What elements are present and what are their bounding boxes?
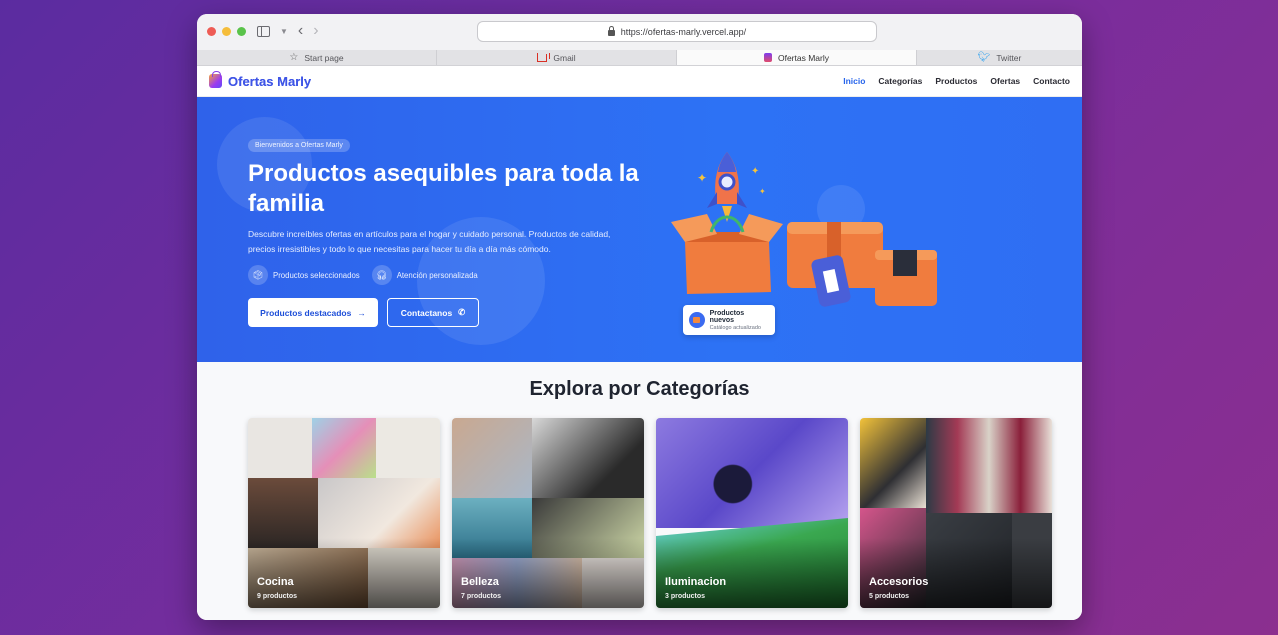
feature-label: Atención personalizada — [396, 270, 478, 280]
category-card-accesorios[interactable]: Accesorios 5 productos — [860, 418, 1052, 608]
sidebar-toggle-icon[interactable] — [257, 25, 270, 37]
category-card-cocina[interactable]: Cocina 9 productos — [248, 418, 440, 608]
sparkle-icon: ✦ — [751, 166, 759, 177]
back-arrow-icon[interactable]: ‹ — [298, 23, 303, 39]
sparkle-icon: ✦ — [759, 187, 766, 196]
tab-label: Start page — [304, 52, 344, 63]
category-card-iluminacion[interactable]: Iluminacion 3 productos — [656, 418, 848, 608]
button-label: Contactanos — [400, 307, 453, 318]
nav-categorias[interactable]: Categorías — [878, 76, 922, 86]
rocket-boxes-illustration: ✦ ✦ ✦ — [671, 152, 937, 307]
window-controls — [207, 27, 246, 36]
tab-label: Ofertas Marly — [777, 52, 829, 63]
twitter-icon: 🐦︎ — [977, 52, 991, 63]
tab-ofertas-marly[interactable]: Ofertas Marly — [677, 50, 917, 65]
nav-inicio[interactable]: Inicio — [843, 76, 865, 86]
category-name: Iluminacion — [665, 576, 727, 588]
button-label: Productos destacados — [260, 307, 352, 318]
new-products-card[interactable]: Productos nuevos Catálogo actualizado — [683, 305, 775, 335]
feature-item: 📦︎ Productos seleccionados — [248, 265, 360, 285]
new-card-subtitle: Catálogo actualizado — [709, 324, 761, 331]
hero-features: 📦︎ Productos seleccionados 🎧︎ Atención p… — [248, 265, 648, 285]
category-count: 9 productos — [257, 593, 298, 600]
main-nav: Inicio Categorías Productos Ofertas Cont… — [843, 76, 1070, 86]
tab-twitter[interactable]: 🐦︎ Twitter — [917, 50, 1082, 65]
arrow-right-icon: → — [357, 307, 366, 318]
feature-label: Productos seleccionados — [273, 270, 360, 280]
category-name: Accesorios — [869, 576, 929, 588]
maximize-window-button[interactable] — [237, 27, 246, 36]
brand-name: Ofertas Marly — [228, 73, 312, 89]
tab-bar: ☆ Start page Gmail Ofertas Marly 🐦︎ Twit… — [197, 50, 1082, 66]
hero-description: Descubre increíbles ofertas en artículos… — [248, 229, 611, 254]
category-count: 5 productos — [869, 593, 910, 600]
hero-title: Productos asequibles para toda la famili… — [248, 160, 639, 217]
shopping-bag-icon — [763, 53, 772, 62]
tab-label: Twitter — [996, 52, 1022, 63]
category-count: 3 productos — [665, 593, 706, 600]
tab-start-page[interactable]: ☆ Start page — [197, 50, 437, 65]
hero-ctas: Productos destacados → Contactanos ✆ — [248, 298, 648, 327]
nav-contacto[interactable]: Contacto — [1033, 76, 1070, 86]
brand-link[interactable]: Ofertas Marly — [209, 71, 312, 89]
nav-productos[interactable]: Productos — [935, 76, 977, 86]
hero-section: Bienvenidos a Ofertas Marly Productos as… — [197, 97, 1082, 362]
category-name: Cocina — [257, 576, 294, 588]
headset-icon: 🎧︎ — [371, 265, 392, 285]
category-card-belleza[interactable]: Belleza 7 productos — [452, 418, 644, 608]
star-icon: ☆ — [289, 52, 299, 63]
url-text: https://ofertas-marly.vercel.app/ — [620, 26, 747, 37]
categories-title: Explora por Categorías — [529, 378, 750, 400]
nav-ofertas[interactable]: Ofertas — [990, 76, 1020, 86]
chevron-down-icon[interactable]: ▼ — [280, 27, 288, 36]
address-bar[interactable]: https://ofertas-marly.vercel.app/ — [477, 21, 877, 42]
browser-toolbar: ▼ ‹ › https://ofertas-marly.vercel.app/ — [197, 14, 1082, 50]
shopping-bag-logo-icon — [209, 71, 222, 88]
minimize-window-button[interactable] — [222, 27, 231, 36]
browser-window: ▼ ‹ › https://ofertas-marly.vercel.app/ … — [197, 14, 1082, 620]
forward-arrow-icon[interactable]: › — [313, 23, 318, 39]
box-icon: 📦︎ — [248, 265, 268, 285]
sparkle-icon: ✦ — [697, 171, 707, 185]
contact-button[interactable]: Contactanos ✆ — [387, 298, 479, 327]
tab-label: Gmail — [553, 52, 576, 63]
close-window-button[interactable] — [207, 27, 216, 36]
new-box-icon — [689, 312, 705, 328]
lock-icon — [607, 26, 615, 36]
phone-icon: ✆ — [458, 307, 466, 317]
category-name: Belleza — [461, 576, 499, 588]
tab-gmail[interactable]: Gmail — [437, 50, 677, 65]
hero-content: Bienvenidos a Ofertas Marly Productos as… — [248, 134, 648, 327]
rocket-icon — [707, 152, 747, 222]
categories-section: Explora por Categorías Cocina 9 producto… — [197, 362, 1082, 620]
new-card-title: Productos nuevos — [709, 309, 745, 324]
category-count: 7 productos — [461, 593, 502, 600]
toolbar-icons: ▼ ‹ › — [257, 23, 319, 39]
categories-grid: Cocina 9 productos Belleza 7 productos I… — [248, 418, 1052, 608]
site-header: Ofertas Marly Inicio Categorías Producto… — [197, 66, 1082, 97]
featured-products-button[interactable]: Productos destacados → — [248, 298, 378, 327]
package-box-icon — [875, 250, 937, 306]
welcome-pill: Bienvenidos a Ofertas Marly — [248, 139, 350, 152]
gmail-icon — [537, 53, 548, 62]
feature-item: 🎧︎ Atención personalizada — [371, 265, 478, 285]
open-box-icon — [671, 214, 783, 294]
